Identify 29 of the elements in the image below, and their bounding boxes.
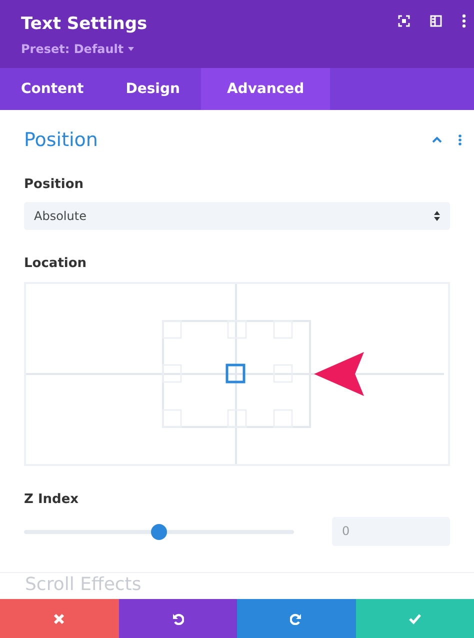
- redo-icon: [290, 612, 302, 624]
- sidebar-layout-icon[interactable]: [430, 15, 442, 27]
- check-icon: [408, 612, 421, 624]
- focus-icon[interactable]: [398, 15, 410, 27]
- chevron-icon[interactable]: [432, 136, 442, 144]
- more-options-icon[interactable]: [458, 134, 462, 146]
- discard-button[interactable]: [0, 599, 118, 638]
- save-button[interactable]: [356, 599, 474, 638]
- close-icon: [53, 612, 66, 624]
- tab[interactable]: Content: [0, 68, 105, 110]
- preset-dropdown[interactable]: Preset: Default: [21, 40, 134, 58]
- field-label: Z Index: [24, 490, 80, 508]
- caret-icon: [128, 47, 134, 51]
- number-field[interactable]: 0: [332, 517, 450, 546]
- slider-thumb[interactable]: [151, 524, 167, 540]
- section-title[interactable]: Position: [24, 126, 98, 154]
- tab[interactable]: Advanced: [200, 68, 330, 110]
- panel-title: Text Settings: [21, 13, 148, 35]
- location-position[interactable]: [226, 363, 246, 383]
- undo-button[interactable]: [118, 599, 237, 638]
- more-options-icon[interactable]: [462, 14, 466, 28]
- tab[interactable]: Design: [104, 68, 201, 110]
- field-label: Location: [24, 255, 88, 273]
- undo-icon: [172, 612, 184, 624]
- select-field[interactable]: Absolute: [24, 202, 450, 230]
- field-label: Position: [24, 176, 85, 194]
- redo-button[interactable]: [237, 599, 356, 638]
- sort-arrows-icon: [434, 211, 440, 221]
- pointer-arrow: [314, 352, 364, 396]
